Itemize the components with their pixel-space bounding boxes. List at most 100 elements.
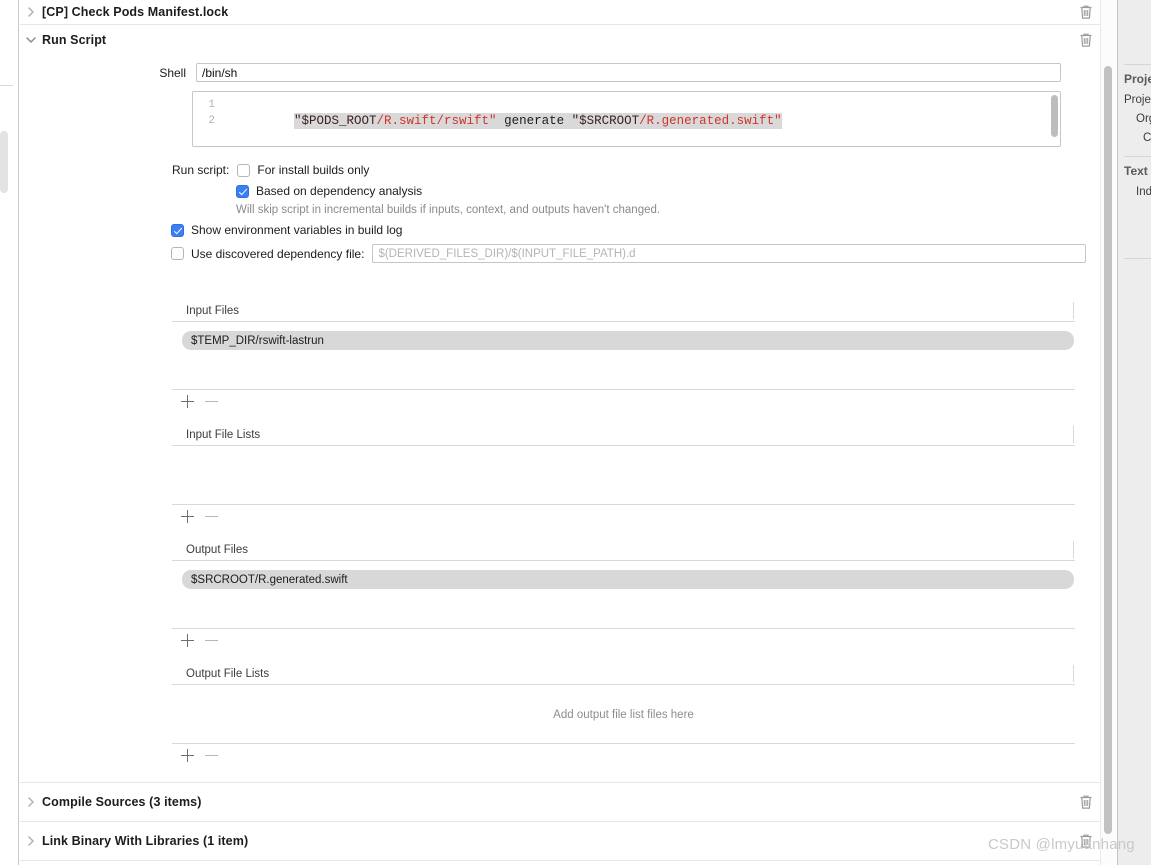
inspector-field-indent-using: Indent Using bbox=[1136, 186, 1151, 198]
output-files-table: Output Files $SRCROOT/R.generated.swift bbox=[172, 539, 1075, 652]
table-body[interactable]: $TEMP_DIR/rswift-lastrun bbox=[172, 331, 1075, 389]
table-header: Input File Lists bbox=[172, 424, 1075, 446]
code-token-srcroot: "$SRCROOT bbox=[571, 114, 640, 128]
column-header: Input Files bbox=[186, 304, 240, 317]
run-script-options-row: Run script: For install builds only bbox=[20, 163, 1106, 177]
column-header: Input File Lists bbox=[186, 428, 261, 441]
inspector-field-class-prefix: Class Prefix bbox=[1143, 132, 1151, 144]
output-file-lists-table: Output File Lists Add output file list f… bbox=[172, 663, 1075, 767]
checkbox-for-install-builds-only[interactable] bbox=[237, 163, 251, 177]
code-token-generated-path: /R.generated.swift" bbox=[639, 114, 782, 128]
checkbox-label: For install builds only bbox=[257, 163, 370, 177]
add-output-file-button[interactable] bbox=[181, 634, 194, 647]
table-row[interactable]: $TEMP_DIR/rswift-lastrun bbox=[182, 331, 1074, 350]
editor-code-area[interactable]: "$PODS_ROOT/R.swift/rswift" generate "$S… bbox=[219, 92, 1060, 146]
dependency-analysis-row: Based on dependency analysis bbox=[20, 184, 1106, 198]
inspector-field-project-format: Project Format bbox=[1124, 94, 1151, 106]
delete-phase-icon[interactable] bbox=[1079, 4, 1093, 20]
run-script-body: Shell /bin/sh 1 2 "$PODS_ROOT/R.swift/rs… bbox=[20, 63, 1106, 783]
code-line-1: "$PODS_ROOT/R.swift/rswift" generate "$S… bbox=[294, 113, 782, 129]
checkbox-use-discovered-dependency-file[interactable] bbox=[171, 247, 184, 260]
run-script-label: Run script: bbox=[172, 163, 230, 177]
remove-input-file-list-button[interactable] bbox=[205, 510, 218, 523]
checkbox-label: Based on dependency analysis bbox=[256, 184, 423, 198]
code-token-rswift-path: /R.swift/rswift" bbox=[376, 114, 497, 128]
phase-header-run-script[interactable]: Run Script bbox=[20, 25, 1106, 55]
inspector-group-title-text-settings: Text Settings bbox=[1124, 164, 1151, 178]
show-env-row: Show environment variables in build log bbox=[20, 223, 1106, 237]
checkbox-show-environment-variables[interactable] bbox=[171, 223, 184, 237]
editor-gutter: 1 2 bbox=[193, 92, 219, 146]
shell-label: Shell bbox=[159, 65, 186, 80]
table-header: Input Files bbox=[172, 300, 1075, 322]
checkbox-label: Show environment variables in build log bbox=[191, 223, 403, 237]
table-header: Output File Lists bbox=[172, 663, 1075, 685]
column-header: Output File Lists bbox=[186, 667, 270, 680]
shell-row: Shell /bin/sh bbox=[20, 63, 1106, 82]
phase-title: Run Script bbox=[42, 33, 107, 47]
table-body[interactable]: Add output file list files here bbox=[172, 685, 1075, 743]
column-separator[interactable] bbox=[1073, 302, 1074, 319]
editor-scrollbar[interactable] bbox=[1051, 95, 1058, 137]
chevron-right-icon[interactable] bbox=[20, 836, 42, 846]
phase-header-check-pods-manifest[interactable]: [CP] Check Pods Manifest.lock bbox=[20, 0, 1106, 25]
phase-title: Compile Sources (3 items) bbox=[42, 795, 202, 809]
table-header: Output Files bbox=[172, 539, 1075, 561]
xcode-build-phases-screen: [CP] Check Pods Manifest.lock Run Script bbox=[0, 0, 1151, 865]
inspector-divider bbox=[1124, 64, 1151, 65]
input-files-table: Input Files $TEMP_DIR/rswift-lastrun bbox=[172, 300, 1075, 413]
add-input-file-button[interactable] bbox=[181, 395, 194, 408]
left-edge-tick bbox=[0, 85, 13, 86]
remove-output-file-list-button[interactable] bbox=[205, 749, 218, 762]
remove-input-file-button[interactable] bbox=[205, 395, 218, 408]
phase-title: [CP] Check Pods Manifest.lock bbox=[42, 5, 229, 19]
code-token-generate: generate bbox=[496, 114, 572, 128]
table-footer bbox=[172, 504, 1075, 528]
column-separator[interactable] bbox=[1073, 541, 1074, 558]
input-file-lists-table: Input File Lists bbox=[172, 424, 1075, 528]
table-footer bbox=[172, 628, 1075, 652]
phase-title: Link Binary With Libraries (1 item) bbox=[42, 834, 249, 848]
discovered-dependency-placeholder: $(DERIVED_FILES_DIR)/$(INPUT_FILE_PATH).… bbox=[378, 247, 636, 260]
empty-state-text: Add output file list files here bbox=[553, 709, 694, 721]
build-phases-list: [CP] Check Pods Manifest.lock Run Script bbox=[20, 0, 1106, 865]
inspector-divider bbox=[1124, 258, 1151, 259]
discovered-dependency-row: Use discovered dependency file: $(DERIVE… bbox=[20, 244, 1106, 263]
left-edge-scrollbar[interactable] bbox=[0, 131, 8, 193]
phase-header-link-binary-with-libraries[interactable]: Link Binary With Libraries (1 item) bbox=[20, 822, 1106, 861]
dependency-analysis-hint: Will skip script in incremental builds i… bbox=[236, 204, 661, 216]
script-editor[interactable]: 1 2 "$PODS_ROOT/R.swift/rswift" generate… bbox=[192, 91, 1061, 147]
table-body[interactable] bbox=[172, 446, 1075, 504]
line-number: 2 bbox=[208, 115, 215, 127]
main-scrollbar-thumb[interactable] bbox=[1104, 66, 1112, 834]
column-separator[interactable] bbox=[1073, 665, 1074, 682]
delete-phase-icon[interactable] bbox=[1079, 794, 1093, 810]
shell-input-value: /bin/sh bbox=[202, 65, 238, 80]
shell-input[interactable]: /bin/sh bbox=[196, 63, 1061, 82]
delete-phase-icon[interactable] bbox=[1079, 833, 1093, 849]
table-body[interactable]: $SRCROOT/R.generated.swift bbox=[172, 570, 1075, 628]
chevron-right-icon[interactable] bbox=[20, 797, 42, 807]
left-edge-column bbox=[0, 0, 19, 865]
add-input-file-list-button[interactable] bbox=[181, 510, 194, 523]
checkbox-based-on-dependency-analysis[interactable] bbox=[236, 184, 249, 198]
discovered-dependency-input[interactable]: $(DERIVED_FILES_DIR)/$(INPUT_FILE_PATH).… bbox=[372, 244, 1086, 263]
inspector-group-title-project-document: Project Document bbox=[1124, 72, 1151, 86]
code-token-pods-root: "$PODS_ROOT bbox=[294, 114, 377, 128]
table-footer bbox=[172, 743, 1075, 767]
line-number: 1 bbox=[208, 99, 215, 111]
inspector-field-organization: Organization bbox=[1136, 113, 1151, 125]
inspector-divider bbox=[1124, 156, 1151, 157]
table-row[interactable]: $SRCROOT/R.generated.swift bbox=[182, 570, 1074, 589]
remove-output-file-button[interactable] bbox=[205, 634, 218, 647]
chevron-right-icon[interactable] bbox=[20, 7, 42, 17]
column-separator[interactable] bbox=[1073, 426, 1074, 443]
phase-header-compile-sources[interactable]: Compile Sources (3 items) bbox=[20, 783, 1106, 822]
checkbox-label: Use discovered dependency file: bbox=[191, 246, 365, 261]
inspector-panel: Project Document Project Format Organiza… bbox=[1117, 0, 1151, 865]
table-footer bbox=[172, 389, 1075, 413]
delete-phase-icon[interactable] bbox=[1079, 32, 1093, 48]
add-output-file-list-button[interactable] bbox=[181, 749, 194, 762]
chevron-down-icon[interactable] bbox=[20, 36, 42, 44]
column-header: Output Files bbox=[186, 543, 248, 556]
